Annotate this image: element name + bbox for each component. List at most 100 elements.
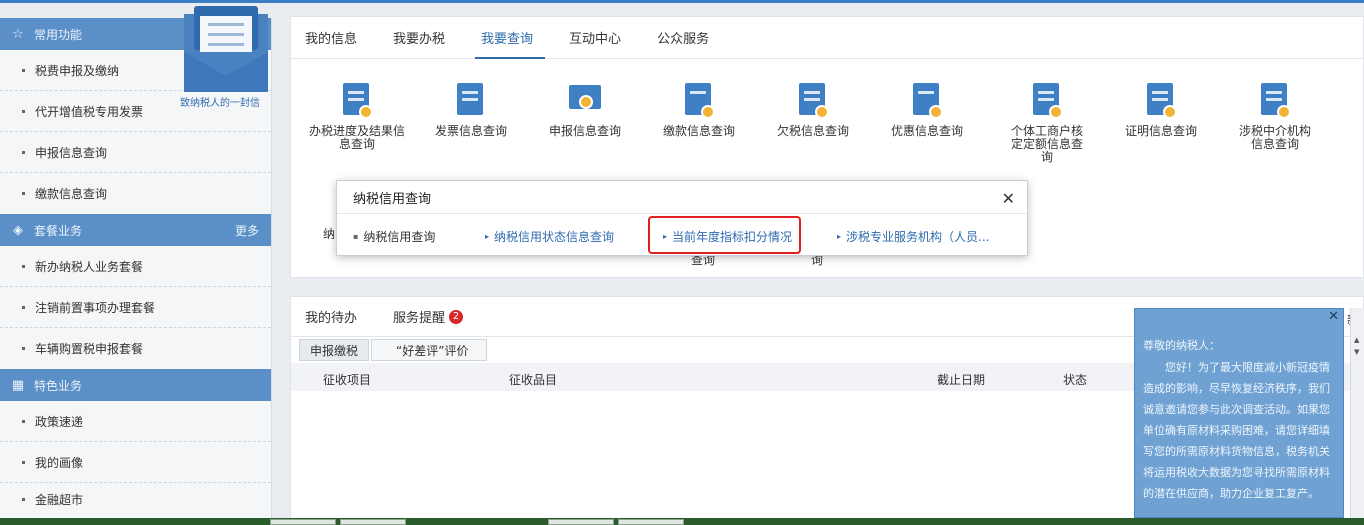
bullet-icon bbox=[22, 305, 25, 309]
query-agency[interactable]: 涉税中介机构信息查询 bbox=[1227, 73, 1323, 151]
bullet-icon bbox=[22, 264, 25, 268]
notice-body: 您好！为了最大限度减小新冠疫情造成的影响，尽早恢复经济秩序，我们诚意邀请您参与此… bbox=[1143, 361, 1330, 500]
sidebar-item-payment-query[interactable]: 缴款信息查询 bbox=[0, 173, 271, 214]
letter-to-taxpayers-widget[interactable]: 致纳税人的一封信 bbox=[180, 6, 276, 109]
invoice-icon bbox=[451, 81, 491, 121]
section-title: 常用功能 bbox=[34, 27, 83, 42]
tab-public-service[interactable]: 公众服务 bbox=[657, 16, 727, 58]
sidebar-item-label: 车辆购置税申报套餐 bbox=[35, 342, 144, 356]
agency-icon bbox=[1255, 81, 1295, 121]
bullet-icon bbox=[22, 109, 25, 113]
sidebar-item-label: 缴款信息查询 bbox=[35, 187, 108, 201]
notice-salutation: 尊敬的纳税人： bbox=[1143, 339, 1220, 352]
tab-do-tax[interactable]: 我要办税 bbox=[393, 16, 463, 58]
tab-label: 我的待办 bbox=[305, 311, 358, 326]
sidebar-item-label: 税费申报及缴纳 bbox=[35, 63, 120, 78]
close-icon[interactable]: ✕ bbox=[1328, 309, 1339, 324]
query-arrears[interactable]: 欠税信息查询 bbox=[765, 73, 861, 138]
query-payment[interactable]: 缴款信息查询 bbox=[651, 73, 747, 138]
bullet-icon bbox=[22, 347, 25, 350]
query-label: 优惠信息查询 bbox=[890, 124, 963, 138]
column-header: 状态 bbox=[1063, 373, 1088, 387]
sidebar-item-profile[interactable]: 我的画像 bbox=[0, 442, 271, 483]
link-label: 纳税信用状态信息查询 bbox=[494, 230, 615, 244]
bullet-icon: ▪ bbox=[353, 232, 359, 241]
query-label: 欠税信息查询 bbox=[776, 124, 849, 138]
subtab-declare-pay[interactable]: 申报缴税 bbox=[299, 339, 370, 361]
progress-doc-icon bbox=[337, 81, 377, 121]
bullet-icon bbox=[22, 497, 25, 501]
section-title: 特色业务 bbox=[34, 378, 83, 393]
link-label: 涉税专业服务机构（人员... bbox=[846, 230, 990, 244]
link-label: 纳税信用查询 bbox=[363, 230, 436, 244]
scroll-down-icon[interactable]: ▼ bbox=[1354, 348, 1359, 356]
certificate-icon bbox=[1141, 81, 1181, 121]
link-credit-query[interactable]: ▪ 纳税信用查询 bbox=[353, 228, 435, 245]
link-credit-status[interactable]: ▸ 纳税信用状态信息查询 bbox=[485, 228, 614, 245]
tab-service-reminder[interactable]: 服务提醒 2 bbox=[393, 307, 464, 326]
query-certificate[interactable]: 证明信息查询 bbox=[1113, 73, 1209, 138]
sidebar-item-policy[interactable]: 政策速递 bbox=[0, 401, 271, 442]
top-accent-line bbox=[0, 0, 1364, 3]
tab-my-todo[interactable]: 我的待办 bbox=[305, 307, 357, 326]
sidebar-item-label: 政策速递 bbox=[35, 414, 84, 429]
layers-icon: ◈ bbox=[13, 222, 23, 238]
individual-business-icon bbox=[1027, 81, 1067, 121]
sidebar-item-label: 代开增值税专用发票 bbox=[35, 104, 144, 119]
scroll-up-icon[interactable]: ▲ bbox=[1354, 336, 1359, 344]
sidebar-section-packages[interactable]: ◈ 套餐业务 更多 bbox=[0, 214, 271, 246]
query-individual-business[interactable]: 个体工商户核定定额信息查询 bbox=[999, 73, 1095, 164]
sidebar-item-label: 金融超市 bbox=[35, 492, 84, 507]
query-label: 办税进度及结果信息查询 bbox=[309, 124, 406, 151]
bullet-icon bbox=[22, 150, 25, 154]
link-professional-agency[interactable]: ▸ 涉税专业服务机构（人员... bbox=[837, 228, 989, 245]
sidebar-item-deregister[interactable]: 注销前置事项办理套餐 bbox=[0, 287, 271, 328]
monitor-search-icon bbox=[565, 81, 605, 121]
sidebar-item-label: 我的画像 bbox=[35, 455, 84, 470]
bullet-icon bbox=[22, 460, 25, 464]
query-label: 证明信息查询 bbox=[1124, 124, 1197, 138]
tab-my-info[interactable]: 我的信息 bbox=[305, 16, 375, 58]
bullet-icon bbox=[22, 68, 25, 72]
section-title: 套餐业务 bbox=[34, 223, 83, 238]
taskbar-button[interactable] bbox=[618, 519, 684, 525]
partial-label: 纳 bbox=[323, 227, 336, 241]
query-invoice[interactable]: 发票信息查询 bbox=[423, 73, 519, 138]
query-label: 缴款信息查询 bbox=[662, 124, 735, 138]
taskbar-button[interactable] bbox=[270, 519, 336, 525]
sidebar-item-declare-query[interactable]: 申报信息查询 bbox=[0, 132, 271, 173]
sidebar-section-featured[interactable]: ▦ 特色业务 bbox=[0, 369, 271, 401]
taskbar-button[interactable] bbox=[340, 519, 406, 525]
dialog-title: 纳税信用查询 bbox=[353, 191, 432, 207]
taskbar-button[interactable] bbox=[548, 519, 614, 525]
subtab-evaluation[interactable]: “好差评”评价 bbox=[371, 339, 488, 361]
query-declare[interactable]: 申报信息查询 bbox=[537, 73, 633, 138]
sidebar-item-label: 申报信息查询 bbox=[35, 145, 108, 160]
payment-icon bbox=[679, 81, 719, 121]
sidebar-item-finance[interactable]: 金融超市 bbox=[0, 483, 271, 515]
tab-query[interactable]: 我要查询 bbox=[475, 16, 551, 59]
reminder-count-badge: 2 bbox=[449, 309, 464, 324]
discount-icon bbox=[907, 81, 947, 121]
tab-label: 服务提醒 bbox=[393, 311, 446, 326]
sidebar-item-vehicle-tax[interactable]: 车辆购置税申报套餐 bbox=[0, 328, 271, 369]
query-label: 发票信息查询 bbox=[434, 124, 507, 138]
star-icon: ☆ bbox=[12, 26, 24, 42]
query-progress[interactable]: 办税进度及结果信息查询 bbox=[309, 73, 405, 151]
query-label: 个体工商户核定定额信息查询 bbox=[1010, 124, 1083, 164]
arrears-icon bbox=[793, 81, 833, 121]
query-grid: 办税进度及结果信息查询 发票信息查询 申报信息查询 缴款信息查询 欠税信息查询 … bbox=[291, 73, 1364, 183]
highlight-box bbox=[648, 216, 801, 254]
query-discount[interactable]: 优惠信息查询 bbox=[879, 73, 975, 138]
close-icon[interactable]: ✕ bbox=[1002, 189, 1015, 208]
sidebar-item-label: 注销前置事项办理套餐 bbox=[35, 300, 156, 315]
column-header: 截止日期 bbox=[937, 373, 986, 387]
query-label: 申报信息查询 bbox=[548, 124, 621, 138]
bullet-icon bbox=[22, 192, 25, 195]
tab-interaction[interactable]: 互动中心 bbox=[569, 16, 639, 58]
more-link[interactable]: 更多 bbox=[235, 222, 259, 239]
query-label: 涉税中介机构信息查询 bbox=[1238, 124, 1311, 151]
column-header: 征收项目 bbox=[323, 373, 372, 387]
sidebar-item-new-taxpayer[interactable]: 新办纳税人业务套餐 bbox=[0, 246, 271, 287]
scrollbar[interactable]: ▲ ▼ bbox=[1350, 308, 1364, 518]
